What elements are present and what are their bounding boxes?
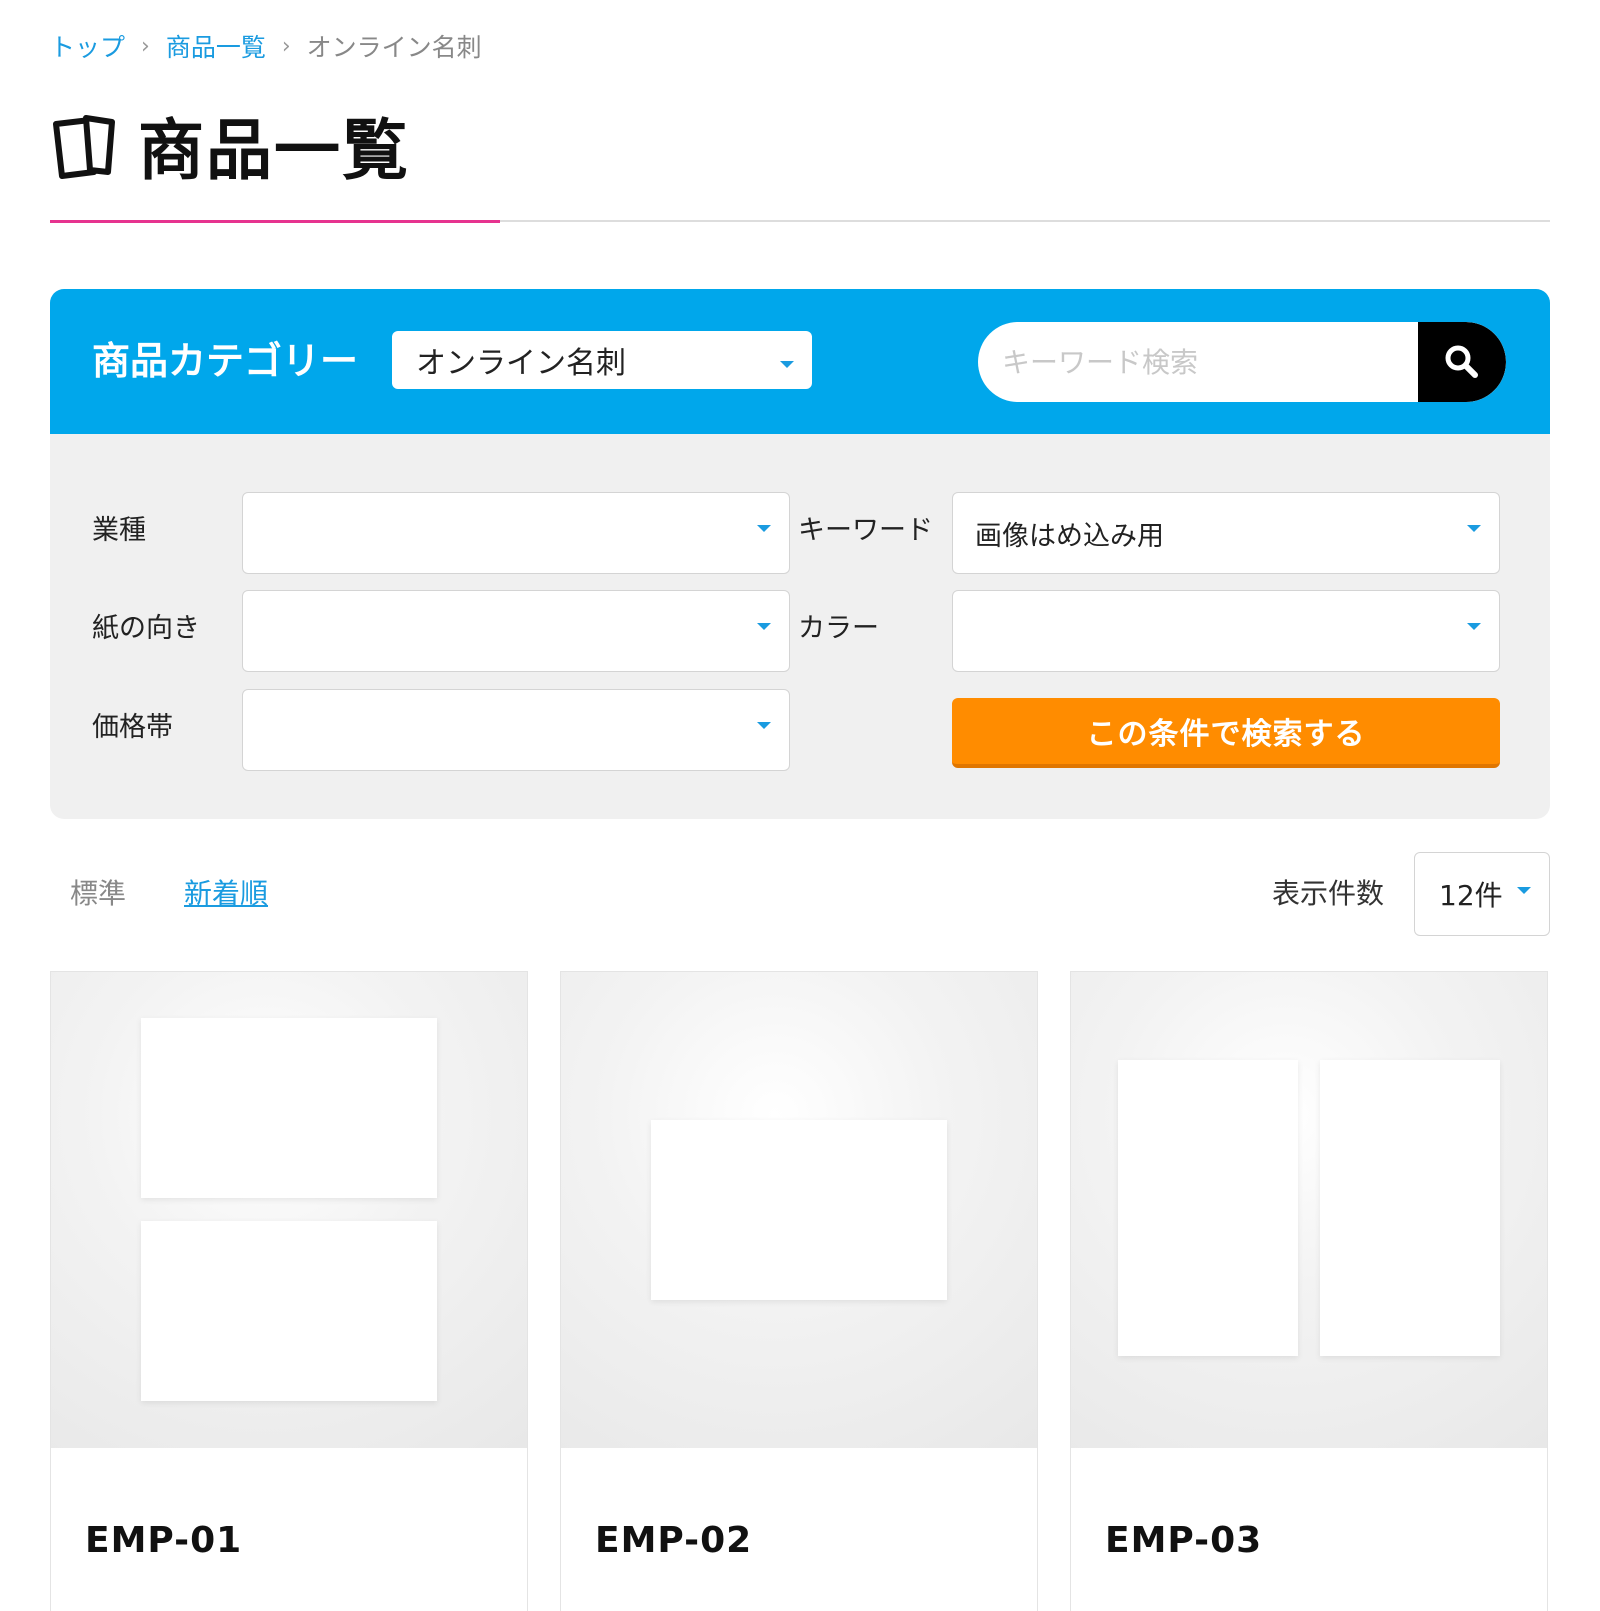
- keyword-select[interactable]: 画像はめ込み用: [952, 492, 1500, 574]
- display-count-value: 12件: [1439, 879, 1503, 912]
- category-select-value: オンライン名刺: [416, 346, 626, 381]
- sort-newest-link[interactable]: 新着順: [184, 874, 268, 914]
- product-code[interactable]: EMP-02: [595, 1520, 752, 1561]
- page-title-text: 商品一覧: [138, 112, 410, 189]
- breadcrumb-current: オンライン名刺: [306, 33, 482, 62]
- keyword-search-box: [978, 322, 1506, 402]
- title-divider-accent: [50, 220, 500, 223]
- orientation-select[interactable]: [242, 590, 790, 672]
- search-panel-header: 商品カテゴリー オンライン名刺: [50, 289, 1550, 434]
- caret-down-icon: [780, 361, 794, 368]
- display-count-select[interactable]: 12件: [1414, 852, 1550, 936]
- keyword-select-value: 画像はめ込み用: [975, 520, 1164, 552]
- industry-select[interactable]: [242, 492, 790, 574]
- chevron-right-icon: ›: [281, 33, 291, 59]
- product-code[interactable]: EMP-01: [85, 1520, 242, 1561]
- category-label: 商品カテゴリー: [92, 339, 359, 383]
- breadcrumb-list-link[interactable]: 商品一覧: [166, 28, 266, 64]
- page-title: 商品一覧: [50, 100, 410, 190]
- color-select[interactable]: [952, 590, 1500, 672]
- search-icon: [1445, 345, 1478, 378]
- product-thumbnail[interactable]: [51, 972, 527, 1448]
- sort-standard-link[interactable]: 標準: [70, 874, 126, 914]
- card-sheet-front: [141, 1018, 437, 1198]
- color-label: カラー: [798, 613, 879, 644]
- card-sheet-back: [141, 1221, 437, 1401]
- price-select[interactable]: [242, 689, 790, 771]
- search-panel: 商品カテゴリー オンライン名刺 業種 キーワード 画像はめ込み用 紙の向き カラ…: [50, 289, 1550, 819]
- breadcrumb-top-link[interactable]: トップ: [50, 28, 125, 64]
- product-card[interactable]: EMP-02: [560, 971, 1038, 1611]
- caret-down-icon: [757, 525, 771, 532]
- product-code[interactable]: EMP-03: [1105, 1520, 1262, 1561]
- product-card[interactable]: EMP-01: [50, 971, 528, 1611]
- keyword-label: キーワード: [798, 515, 933, 546]
- product-thumbnail[interactable]: [1071, 972, 1547, 1448]
- keyword-search-input[interactable]: [978, 322, 1418, 402]
- industry-label: 業種: [92, 515, 146, 546]
- search-button[interactable]: [1418, 322, 1506, 402]
- cards-icon: [53, 115, 115, 179]
- product-thumbnail[interactable]: [561, 972, 1037, 1448]
- orientation-label: 紙の向き: [92, 613, 200, 644]
- card-sheet-back: [1320, 1060, 1500, 1356]
- caret-down-icon: [757, 623, 771, 630]
- caret-down-icon: [1467, 525, 1481, 532]
- category-select[interactable]: オンライン名刺: [392, 331, 812, 389]
- card-sheet-front: [1118, 1060, 1298, 1356]
- caret-down-icon: [757, 722, 771, 729]
- breadcrumb: トップ › 商品一覧 › オンライン名刺: [50, 28, 482, 64]
- product-card[interactable]: EMP-03: [1070, 971, 1548, 1611]
- display-count-label: 表示件数: [1272, 877, 1385, 910]
- caret-down-icon: [1517, 887, 1531, 894]
- chevron-right-icon: ›: [141, 33, 150, 59]
- card-sheet-front: [651, 1120, 947, 1300]
- price-label: 価格帯: [92, 712, 173, 743]
- caret-down-icon: [1467, 623, 1481, 630]
- search-submit-button[interactable]: この条件で検索する: [952, 698, 1500, 768]
